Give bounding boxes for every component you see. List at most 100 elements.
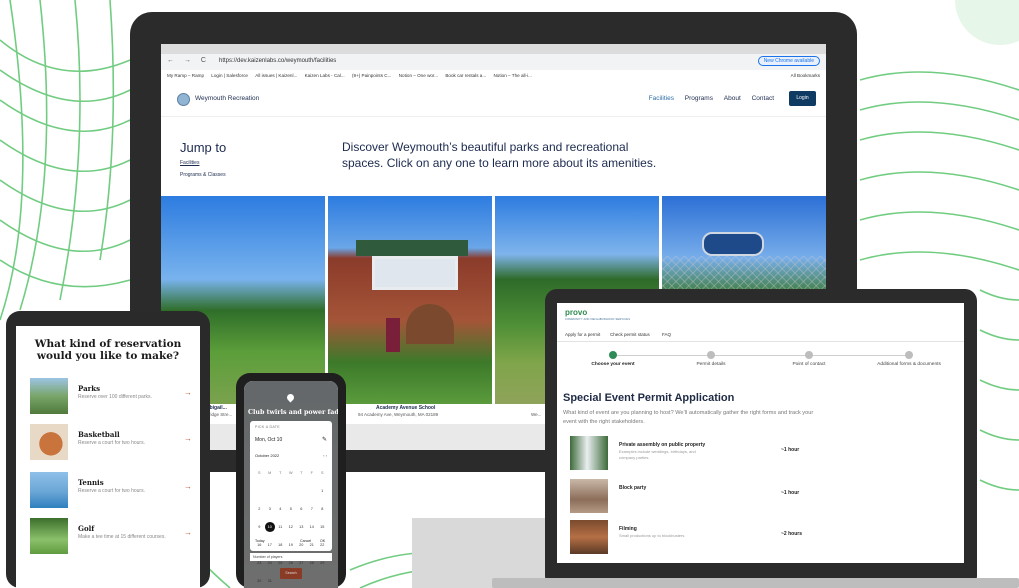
school-window [372, 256, 458, 290]
step-dot-icon [805, 351, 813, 359]
month-selector[interactable]: October 2022 [255, 453, 279, 458]
event-name: Private assembly on public property [619, 442, 706, 448]
calendar-day[interactable]: 2 [254, 504, 265, 514]
site-nav: Facilities Programs About Contact [640, 95, 774, 102]
option-name: Tennis [78, 478, 104, 487]
bookmark-item[interactable]: Book car rentals a... [445, 73, 486, 78]
arrow-right-icon[interactable]: → [184, 388, 192, 397]
calendar-day[interactable]: 11 [275, 522, 286, 532]
event-photo-wedding [570, 436, 608, 470]
calendar-day[interactable]: 8 [317, 504, 328, 514]
calendar-day[interactable]: 13 [296, 522, 307, 532]
nav-facilities[interactable]: Facilities [649, 95, 674, 102]
page-description: What kind of event are you planning to h… [563, 410, 814, 425]
bookmark-item[interactable]: My Ramp – Ramp [167, 73, 204, 78]
arrow-right-icon[interactable]: → [184, 434, 192, 443]
weekday-label: M [268, 471, 272, 475]
calendar-day[interactable]: 15 [317, 522, 328, 532]
calendar-day[interactable]: 30 [254, 576, 265, 586]
bookmark-item[interactable]: Login | Salesforce [211, 73, 248, 78]
calendar-day[interactable]: 19 [286, 540, 297, 550]
page-title: Special Event Permit Application [563, 392, 735, 404]
bookmark-item[interactable]: (9+) Painpoints C... [352, 73, 391, 78]
nav-faq[interactable]: FAQ [662, 332, 671, 337]
calendar-day[interactable]: 7 [307, 504, 318, 514]
calendar-day[interactable]: 31 [265, 576, 276, 586]
event-option-block-party[interactable]: Block party ~1 hour [563, 477, 813, 517]
weekday-label: T [279, 471, 282, 475]
jump-link-facilities[interactable]: Facilities [180, 160, 199, 166]
option-desc: Reserve a court for two hours. [78, 440, 145, 446]
nav-about[interactable]: About [724, 95, 741, 102]
weekday-label: T [300, 471, 303, 475]
nav-contact[interactable]: Contact [752, 95, 774, 102]
calendar-day[interactable]: 4 [275, 504, 286, 514]
search-button[interactable]: Search [280, 568, 302, 579]
browser-tab-strip [161, 44, 826, 54]
nav-check-status[interactable]: Check permit status [610, 332, 650, 337]
basketball-photo-icon [30, 424, 68, 460]
calendar-day[interactable]: 9 [254, 522, 265, 532]
nav-programs[interactable]: Programs [685, 95, 713, 102]
calendar-day[interactable]: 17 [265, 540, 276, 550]
bookmark-item[interactable]: Kaizen Labs - Cal... [305, 73, 345, 78]
step-choose-event[interactable]: Choose your event [563, 351, 663, 367]
provo-logo[interactable]: provo [565, 308, 587, 317]
browser-toolbar: ← → C https://dev.kaizenlabs.co/weymouth… [161, 54, 826, 70]
facility-name[interactable]: Academy Avenue School [376, 405, 435, 411]
step-label: Permit details [696, 362, 726, 367]
calendar-day[interactable]: 10 [264, 522, 275, 533]
arrow-right-icon[interactable]: → [184, 482, 192, 491]
jump-link-programs[interactable]: Programs & Classes [180, 172, 226, 178]
reservation-option-golf[interactable]: Golf Make a tee time at 15 different cou… [30, 518, 196, 556]
players-field[interactable]: Number of players [250, 553, 332, 561]
nav-apply-permit[interactable]: Apply for a permit [565, 332, 600, 337]
calendar-day[interactable]: 3 [265, 504, 276, 514]
event-desc: Small productions up to blockbusters [619, 533, 685, 538]
calendar-day[interactable]: 18 [275, 540, 286, 550]
address-bar[interactable]: https://dev.kaizenlabs.co/weymouth/facil… [219, 58, 336, 64]
calendar-day[interactable]: 5 [286, 504, 297, 514]
calendar-day[interactable]: 6 [296, 504, 307, 514]
today-button[interactable]: Today [255, 539, 265, 543]
event-photo-block-party [570, 479, 608, 513]
all-bookmarks[interactable]: All Bookmarks [791, 73, 820, 78]
calendar-day[interactable]: 12 [286, 522, 297, 532]
browser-nav-icons[interactable]: ← → C [167, 57, 210, 64]
park-sign [702, 232, 764, 256]
event-duration: ~1 hour [781, 447, 800, 453]
progress-stepper: Choose your event Permit details Point o… [557, 351, 964, 375]
cancel-button[interactable]: Cancel [300, 539, 311, 543]
step-permit-details[interactable]: Permit details [661, 351, 761, 367]
date-picker-dialog: PICK A DATE Mon, Oct 10 ✎ October 2022 ‹… [250, 421, 332, 583]
ok-button[interactable]: OK [320, 539, 325, 543]
reservation-option-parks[interactable]: Parks Reserve over 100 different parks. … [30, 378, 196, 416]
laptop-base [492, 578, 1019, 588]
golf-photo-icon [30, 518, 68, 554]
option-desc: Make a tee time at 15 different courses. [78, 534, 166, 540]
calendar-day[interactable]: 1 [317, 486, 328, 496]
arrow-right-icon[interactable]: → [184, 528, 192, 537]
weekday-label: S [257, 471, 261, 475]
event-option-filming[interactable]: Filming Small productions up to blockbus… [563, 518, 813, 558]
bookmark-item[interactable]: Notion – The all-i... [493, 73, 531, 78]
option-desc: Reserve over 100 different parks. [78, 394, 152, 400]
calendar-day[interactable]: 14 [307, 522, 318, 532]
reservation-option-tennis[interactable]: Tennis Reserve a court for two hours. → [30, 472, 196, 510]
bookmark-item[interactable]: Notion – One wor... [399, 73, 438, 78]
event-option-private-assembly[interactable]: Private assembly on public property Exam… [563, 434, 813, 474]
edit-pencil-icon[interactable]: ✎ [322, 436, 327, 443]
date-picker-label: PICK A DATE [255, 425, 281, 429]
facility-photo-school[interactable] [328, 196, 492, 404]
chrome-update-button[interactable]: New Chrome available [757, 56, 820, 66]
step-point-of-contact[interactable]: Point of contact [759, 351, 859, 367]
step-label: Additional forms & documents [877, 362, 941, 367]
month-nav-chevrons-icon[interactable]: ‹ › [323, 453, 327, 458]
login-button[interactable]: Login [789, 91, 816, 106]
laptop-nav: Apply for a permit Check permit status F… [557, 327, 964, 342]
reservation-option-basketball[interactable]: Basketball Reserve a court for two hours… [30, 424, 196, 462]
weymouth-logo-icon[interactable] [177, 93, 190, 106]
site-title[interactable]: Weymouth Recreation [195, 95, 259, 102]
bookmark-item[interactable]: All issues | Kaizenl... [255, 73, 297, 78]
step-additional-forms[interactable]: Additional forms & documents [859, 351, 959, 367]
